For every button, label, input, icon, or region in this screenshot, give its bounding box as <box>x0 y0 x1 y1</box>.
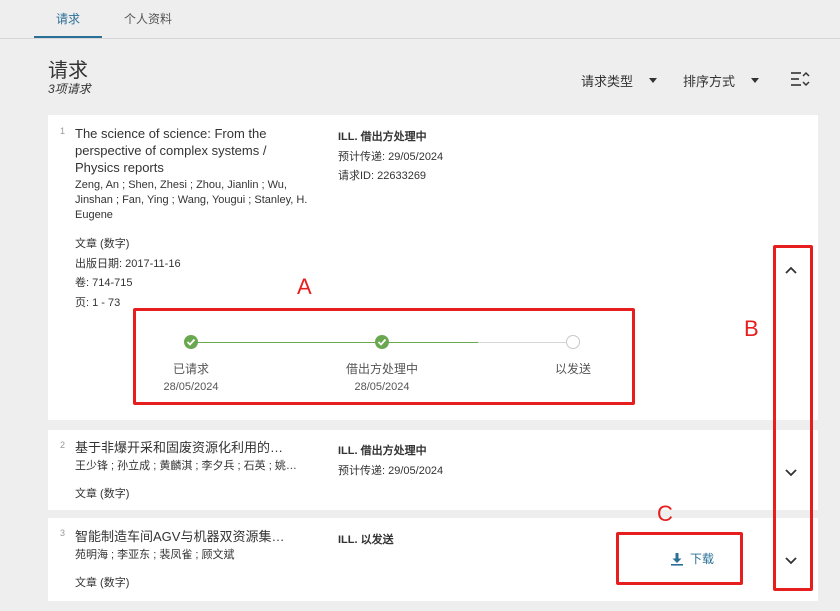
request-card-2: 2 基于非爆开采和固废资源化利用的… 王少锋 ; 孙立成 ; 黄麟淇 ; 李夕兵… <box>48 430 818 510</box>
request-type: 文章 (数字) <box>75 577 130 589</box>
annotation-label-b: B <box>744 316 759 341</box>
request-type: 文章 (数字) <box>75 238 130 250</box>
request-count: 3项请求 <box>48 82 91 96</box>
sort-by-filter[interactable]: 排序方式 <box>683 71 760 90</box>
publication-date: 出版日期: 2017-11-16 <box>75 258 181 270</box>
request-type-label: 请求类型 <box>581 74 634 89</box>
title-line: Physics reports <box>75 160 164 175</box>
annotation-box-b <box>773 245 813 591</box>
expected-delivery: 预计传递: 29/05/2024 <box>338 465 444 477</box>
request-index: 3 <box>60 528 66 538</box>
authors-line: Jinshan ; Fan, Ying ; Wang, Yougui ; Sta… <box>75 194 308 206</box>
title-line: The science of science: From the <box>75 126 267 141</box>
request-status: ILL. 借出方处理中 <box>338 445 427 457</box>
authors-line: Eugene <box>75 209 113 221</box>
request-authors: 王少锋 ; 孙立成 ; 黄麟淇 ; 李夕兵 ; 石英 ; 姚… <box>75 460 297 472</box>
request-title[interactable]: The science of science: From the perspec… <box>75 125 266 176</box>
request-type-filter[interactable]: 请求类型 <box>581 71 658 90</box>
page-title: 请求 <box>48 60 88 82</box>
tab-bar: 请求 个人资料 <box>0 0 840 39</box>
title-line: perspective of complex systems / <box>75 143 267 158</box>
request-index: 1 <box>60 126 66 136</box>
volume: 卷: 714-715 <box>75 277 133 289</box>
authors-line: Zeng, An ; Shen, Zhesi ; Zhou, Jianlin ;… <box>75 179 287 191</box>
annotation-box-a <box>133 308 635 405</box>
annotation-box-c <box>616 532 743 585</box>
request-id: 请求ID: 22633269 <box>338 170 427 182</box>
request-authors: Zeng, An ; Shen, Zhesi ; Zhou, Jianlin ;… <box>75 178 307 223</box>
request-status: ILL. 借出方处理中 <box>338 131 427 143</box>
sort-toggle-icon[interactable] <box>790 70 810 88</box>
annotation-label-a: A <box>297 274 312 299</box>
pages: 页: 1 - 73 <box>75 297 121 309</box>
tab-requests[interactable]: 请求 <box>56 10 80 27</box>
request-status: ILL. 以发送 <box>338 534 394 546</box>
sort-by-label: 排序方式 <box>683 74 736 89</box>
caret-down-icon <box>751 78 760 83</box>
expected-delivery: 预计传递: 29/05/2024 <box>338 151 444 163</box>
active-tab-indicator <box>34 36 102 38</box>
request-title[interactable]: 智能制造车间AGV与机器双资源集… <box>75 528 284 545</box>
annotation-label-c: C <box>657 501 673 526</box>
request-type: 文章 (数字) <box>75 488 130 500</box>
request-title[interactable]: 基于非爆开采和固废资源化利用的… <box>75 439 283 456</box>
tab-profile[interactable]: 个人资料 <box>124 10 172 27</box>
caret-down-icon <box>649 78 658 83</box>
request-index: 2 <box>60 440 66 450</box>
request-authors: 苑明海 ; 李亚东 ; 裴凤雀 ; 顾文斌 <box>75 549 235 561</box>
